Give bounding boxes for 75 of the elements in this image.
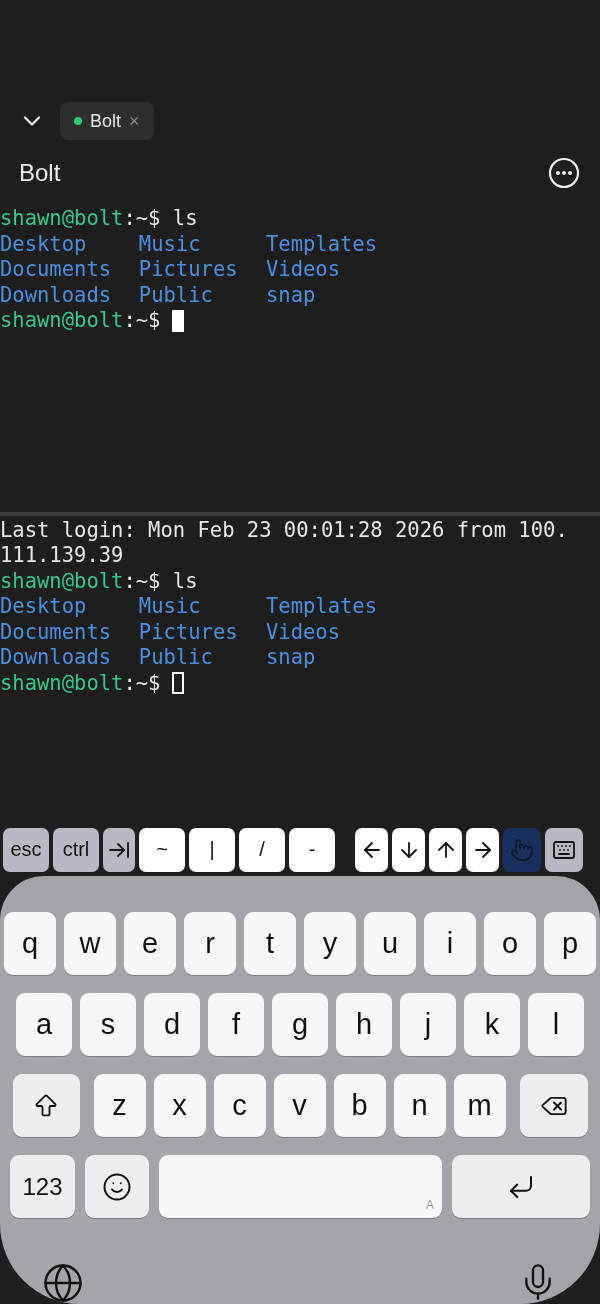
- session-tab[interactable]: Bolt ×: [60, 102, 154, 140]
- letter-key[interactable]: p: [544, 912, 596, 975]
- accessory-key[interactable]: [355, 827, 388, 872]
- directory-name: Downloads: [0, 282, 113, 308]
- letter-key[interactable]: x: [153, 1074, 206, 1137]
- letter-key[interactable]: n: [393, 1074, 446, 1137]
- accessory-key[interactable]: [466, 827, 499, 872]
- directory-name: Templates: [265, 594, 379, 620]
- letter-key[interactable]: i: [424, 912, 476, 975]
- shift-key[interactable]: [12, 1074, 80, 1137]
- accessory-key[interactable]: [429, 827, 462, 872]
- accessory-key[interactable]: ctrl: [53, 827, 99, 872]
- letter-key[interactable]: a: [16, 993, 72, 1056]
- numbers-key[interactable]: 123: [10, 1155, 75, 1218]
- letter-key[interactable]: u: [364, 912, 416, 975]
- directory-name: Videos: [265, 257, 341, 283]
- directory-name: Public: [138, 645, 214, 671]
- letter-key[interactable]: y: [304, 912, 356, 975]
- letter-key[interactable]: v: [273, 1074, 326, 1137]
- directory-name: Desktop: [0, 231, 88, 257]
- pointer-hand-icon: [510, 837, 534, 862]
- directory-name: Videos: [265, 619, 341, 645]
- more-options-icon[interactable]: [548, 157, 580, 189]
- terminal-prompt: shawn@bolt:~$: [0, 670, 161, 696]
- letter-key[interactable]: s: [80, 993, 136, 1056]
- directory-name: Downloads: [0, 645, 113, 671]
- terminal-prompt: shawn@bolt:~$ ls: [0, 568, 198, 594]
- directory-name: Templates: [265, 231, 379, 257]
- session-title: Bolt: [19, 159, 61, 187]
- letter-key[interactable]: d: [144, 993, 200, 1056]
- delete-key[interactable]: [519, 1074, 588, 1137]
- letter-key[interactable]: j: [400, 993, 456, 1056]
- letter-key[interactable]: k: [464, 993, 520, 1056]
- close-tab-button[interactable]: ×: [129, 110, 140, 132]
- accessory-key[interactable]: [392, 827, 425, 872]
- letter-key[interactable]: t: [244, 912, 296, 975]
- accessory-key[interactable]: ~: [139, 827, 185, 872]
- directory-name: Music: [138, 231, 202, 257]
- letter-key[interactable]: b: [333, 1074, 386, 1137]
- terminal-prompt: shawn@bolt:~$ ls: [0, 206, 198, 232]
- letter-key[interactable]: c: [213, 1074, 266, 1137]
- directory-name: snap: [265, 645, 317, 671]
- accessory-key[interactable]: /: [239, 827, 285, 872]
- directory-name: Public: [138, 282, 214, 308]
- letter-key[interactable]: e: [124, 912, 176, 975]
- accessory-key[interactable]: [103, 827, 135, 872]
- globe-icon[interactable]: [42, 1262, 84, 1304]
- letter-key[interactable]: w: [64, 912, 116, 975]
- directory-name: Documents: [0, 257, 113, 283]
- accessory-key[interactable]: [545, 827, 583, 872]
- space-hint: A: [426, 1198, 434, 1212]
- emoji-key[interactable]: [85, 1155, 149, 1218]
- letter-key[interactable]: g: [272, 993, 328, 1056]
- letter-key[interactable]: l: [528, 993, 584, 1056]
- terminal-output: 111.139.39: [0, 543, 124, 569]
- accessory-key[interactable]: esc: [3, 827, 49, 872]
- directory-name: Documents: [0, 619, 113, 645]
- directory-name: snap: [265, 282, 317, 308]
- letter-key[interactable]: h: [336, 993, 392, 1056]
- letter-key[interactable]: r: [184, 912, 236, 975]
- accessory-key[interactable]: |: [189, 827, 235, 872]
- letter-key[interactable]: m: [453, 1074, 506, 1137]
- directory-name: Pictures: [138, 619, 239, 645]
- directory-name: Desktop: [0, 594, 88, 620]
- letter-key[interactable]: q: [4, 912, 56, 975]
- directory-name: Music: [138, 594, 202, 620]
- letter-key[interactable]: z: [93, 1074, 146, 1137]
- letter-key[interactable]: o: [484, 912, 536, 975]
- terminal-output: Last login: Mon Feb 23 00:01:28 2026 from 100.: [0, 517, 568, 543]
- smiley-icon: [102, 1171, 132, 1202]
- terminal-prompt: shawn@bolt:~$: [0, 308, 161, 334]
- letter-key[interactable]: f: [208, 993, 264, 1056]
- tab-label: Bolt: [90, 110, 122, 132]
- directory-name: Pictures: [138, 257, 239, 283]
- accessory-key[interactable]: -: [289, 827, 335, 872]
